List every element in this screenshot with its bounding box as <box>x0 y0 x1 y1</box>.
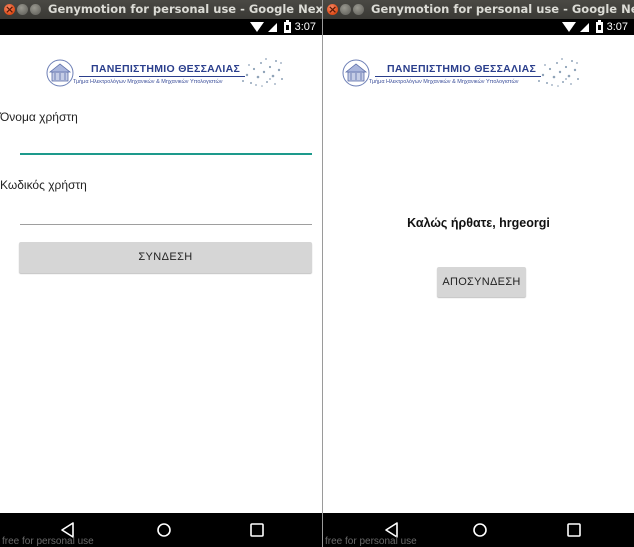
logo-underline <box>79 76 245 77</box>
logo-decoration-icon <box>538 58 579 87</box>
logout-button[interactable]: ΑΠΟΣΥΝΔΕΣΗ <box>437 267 526 297</box>
battery-icon <box>283 19 291 33</box>
status-time: 3:07 <box>606 21 628 33</box>
university-logo: ΠΑΝΕΠΙΣΤΗΜΙΟ ΘΕΣΣΑΛΙΑΣ Τμήμα Ηλεκτρολόγω… <box>341 55 581 97</box>
university-emblem-icon <box>46 59 74 87</box>
genymotion-watermark: free for personal use <box>325 536 417 547</box>
window-minimize-button[interactable] <box>340 4 351 15</box>
home-circle-icon[interactable] <box>469 519 491 541</box>
username-label: Όνομα χρήστη <box>0 110 78 124</box>
android-status-bar: 3:07 <box>0 19 322 35</box>
window-maximize-button[interactable] <box>353 4 364 15</box>
password-label: Κωδικός χρήστη <box>0 178 87 192</box>
window-title: Genymotion for personal use - Google Nex… <box>371 2 634 16</box>
window-title: Genymotion for personal use - Google Nex… <box>48 2 322 16</box>
wifi-icon <box>249 22 264 32</box>
window-titlebar: Genymotion for personal use - Google Nex… <box>323 0 634 19</box>
recents-square-icon[interactable] <box>563 519 585 541</box>
university-emblem-icon <box>342 59 370 87</box>
window-maximize-button[interactable] <box>30 4 41 15</box>
android-nav-bar: free for personal use <box>0 513 322 547</box>
android-nav-bar: free for personal use <box>323 513 634 547</box>
emulator-window-welcome: Genymotion for personal use - Google Nex… <box>323 0 634 547</box>
logo-subtitle: Τμήμα Ηλεκτρολόγων Μηχανικών & Μηχανικών… <box>369 79 519 85</box>
battery-icon <box>595 19 603 33</box>
android-status-bar: 3:07 <box>323 19 634 35</box>
cell-signal-icon <box>579 22 589 32</box>
password-input[interactable] <box>20 224 312 225</box>
window-minimize-button[interactable] <box>17 4 28 15</box>
window-close-button[interactable] <box>4 0 15 19</box>
logo-title: ΠΑΝΕΠΙΣΤΗΜΙΟ ΘΕΣΣΑΛΙΑΣ <box>91 63 241 75</box>
recents-square-icon[interactable] <box>246 519 268 541</box>
window-titlebar: Genymotion for personal use - Google Nex… <box>0 0 322 19</box>
cell-signal-icon <box>267 22 277 32</box>
wifi-icon <box>561 22 576 32</box>
logo-title: ΠΑΝΕΠΙΣΤΗΜΙΟ ΘΕΣΣΑΛΙΑΣ <box>387 63 537 75</box>
emulator-window-login: Genymotion for personal use - Google Nex… <box>0 0 322 547</box>
genymotion-watermark: free for personal use <box>2 536 94 547</box>
welcome-message: Καλώς ήρθατε, hrgeorgi <box>407 216 550 230</box>
logo-decoration-icon <box>242 58 283 87</box>
window-close-button[interactable] <box>327 0 338 19</box>
username-input[interactable] <box>20 153 312 155</box>
home-circle-icon[interactable] <box>153 519 175 541</box>
login-button[interactable]: ΣΥΝΔΕΣΗ <box>19 242 312 273</box>
university-logo: ΠΑΝΕΠΙΣΤΗΜΙΟ ΘΕΣΣΑΛΙΑΣ Τμήμα Ηλεκτρολόγω… <box>45 55 285 97</box>
logo-subtitle: Τμήμα Ηλεκτρολόγων Μηχανικών & Μηχανικών… <box>73 79 223 85</box>
logo-underline <box>375 76 541 77</box>
status-time: 3:07 <box>294 21 316 33</box>
